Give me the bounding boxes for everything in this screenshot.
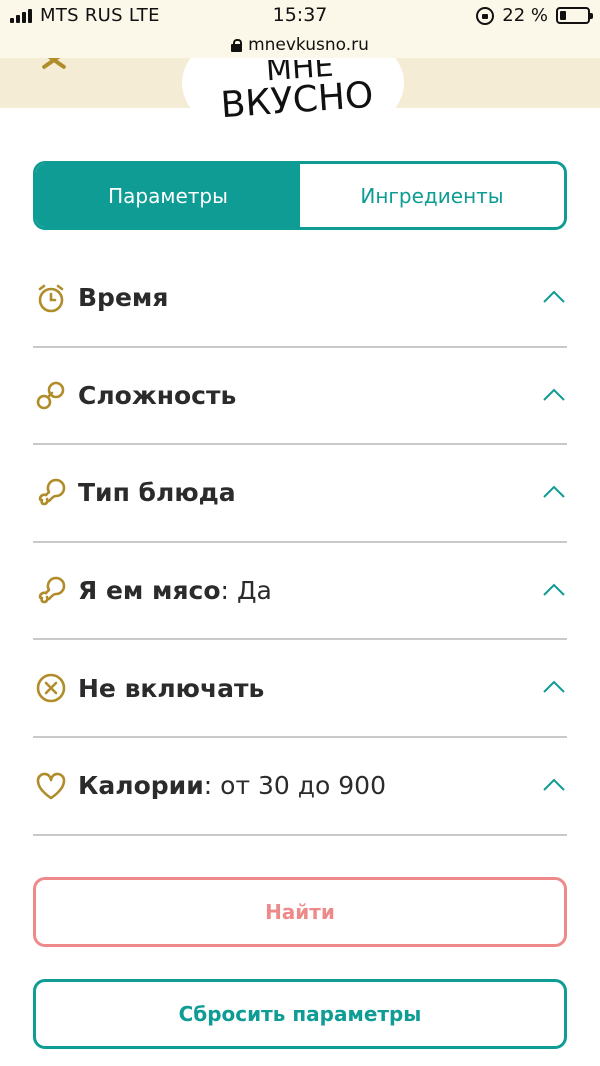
filter-list: Время Сложность Тип блюда Я ем мясо: Да	[33, 250, 567, 836]
filter-colon: :	[220, 576, 229, 606]
url-text[interactable]: mnevkusno.ru	[248, 35, 369, 55]
url-bar[interactable]: mnevkusno.ru	[0, 32, 600, 58]
lock-icon	[231, 38, 243, 52]
chevron-up-icon[interactable]	[543, 485, 565, 499]
pacifier-icon	[34, 378, 68, 412]
tab-ingredients[interactable]: Ингредиенты	[300, 164, 564, 227]
battery-fill	[560, 11, 566, 20]
chevron-up-icon[interactable]	[543, 388, 565, 402]
filter-row-difficulty[interactable]: Сложность	[33, 348, 567, 446]
filter-label: Время	[78, 283, 169, 313]
filter-label: Я ем мясо	[78, 576, 221, 606]
orientation-lock-icon	[476, 6, 495, 25]
chevron-up-icon[interactable]	[543, 778, 565, 792]
drumstick-icon	[34, 574, 68, 608]
status-bar: MTS RUS LTE 15:37 22 %	[0, 0, 600, 32]
filter-colon: :	[203, 771, 213, 801]
close-icon[interactable]	[40, 58, 66, 72]
filter-row-meat[interactable]: Я ем мясо: Да	[33, 543, 567, 641]
filter-label: Не включать	[78, 673, 265, 703]
find-button[interactable]: Найти	[33, 877, 567, 947]
drumstick-icon	[34, 476, 68, 510]
site-logo[interactable]: МНЕ ВКУСНО	[205, 60, 395, 130]
heart-icon	[34, 769, 68, 803]
filter-row-time[interactable]: Время	[33, 250, 567, 348]
reset-button[interactable]: Сбросить параметры	[33, 979, 567, 1049]
filter-value: от 30 до 900	[220, 771, 386, 801]
tab-parameters[interactable]: Параметры	[36, 164, 300, 227]
filter-tabs: Параметры Ингредиенты	[33, 161, 567, 230]
logo-line-2: ВКУСНО	[219, 75, 374, 127]
battery-icon	[556, 7, 593, 24]
filter-label: Калории	[78, 771, 204, 801]
alarm-clock-icon	[34, 281, 68, 315]
filter-row-dish-type[interactable]: Тип блюда	[33, 445, 567, 543]
battery-percent: 22 %	[502, 5, 548, 26]
filter-label: Сложность	[78, 380, 237, 410]
status-right: 22 %	[476, 5, 593, 26]
chevron-up-icon[interactable]	[543, 680, 565, 694]
chevron-up-icon[interactable]	[543, 290, 565, 304]
filter-value: Да	[236, 576, 272, 606]
filter-row-exclude[interactable]: Не включать	[33, 640, 567, 738]
circle-x-icon	[34, 671, 68, 705]
filter-row-calories[interactable]: Калории: от 30 до 900	[33, 738, 567, 836]
chevron-up-icon[interactable]	[543, 583, 565, 597]
filter-label: Тип блюда	[78, 478, 236, 508]
